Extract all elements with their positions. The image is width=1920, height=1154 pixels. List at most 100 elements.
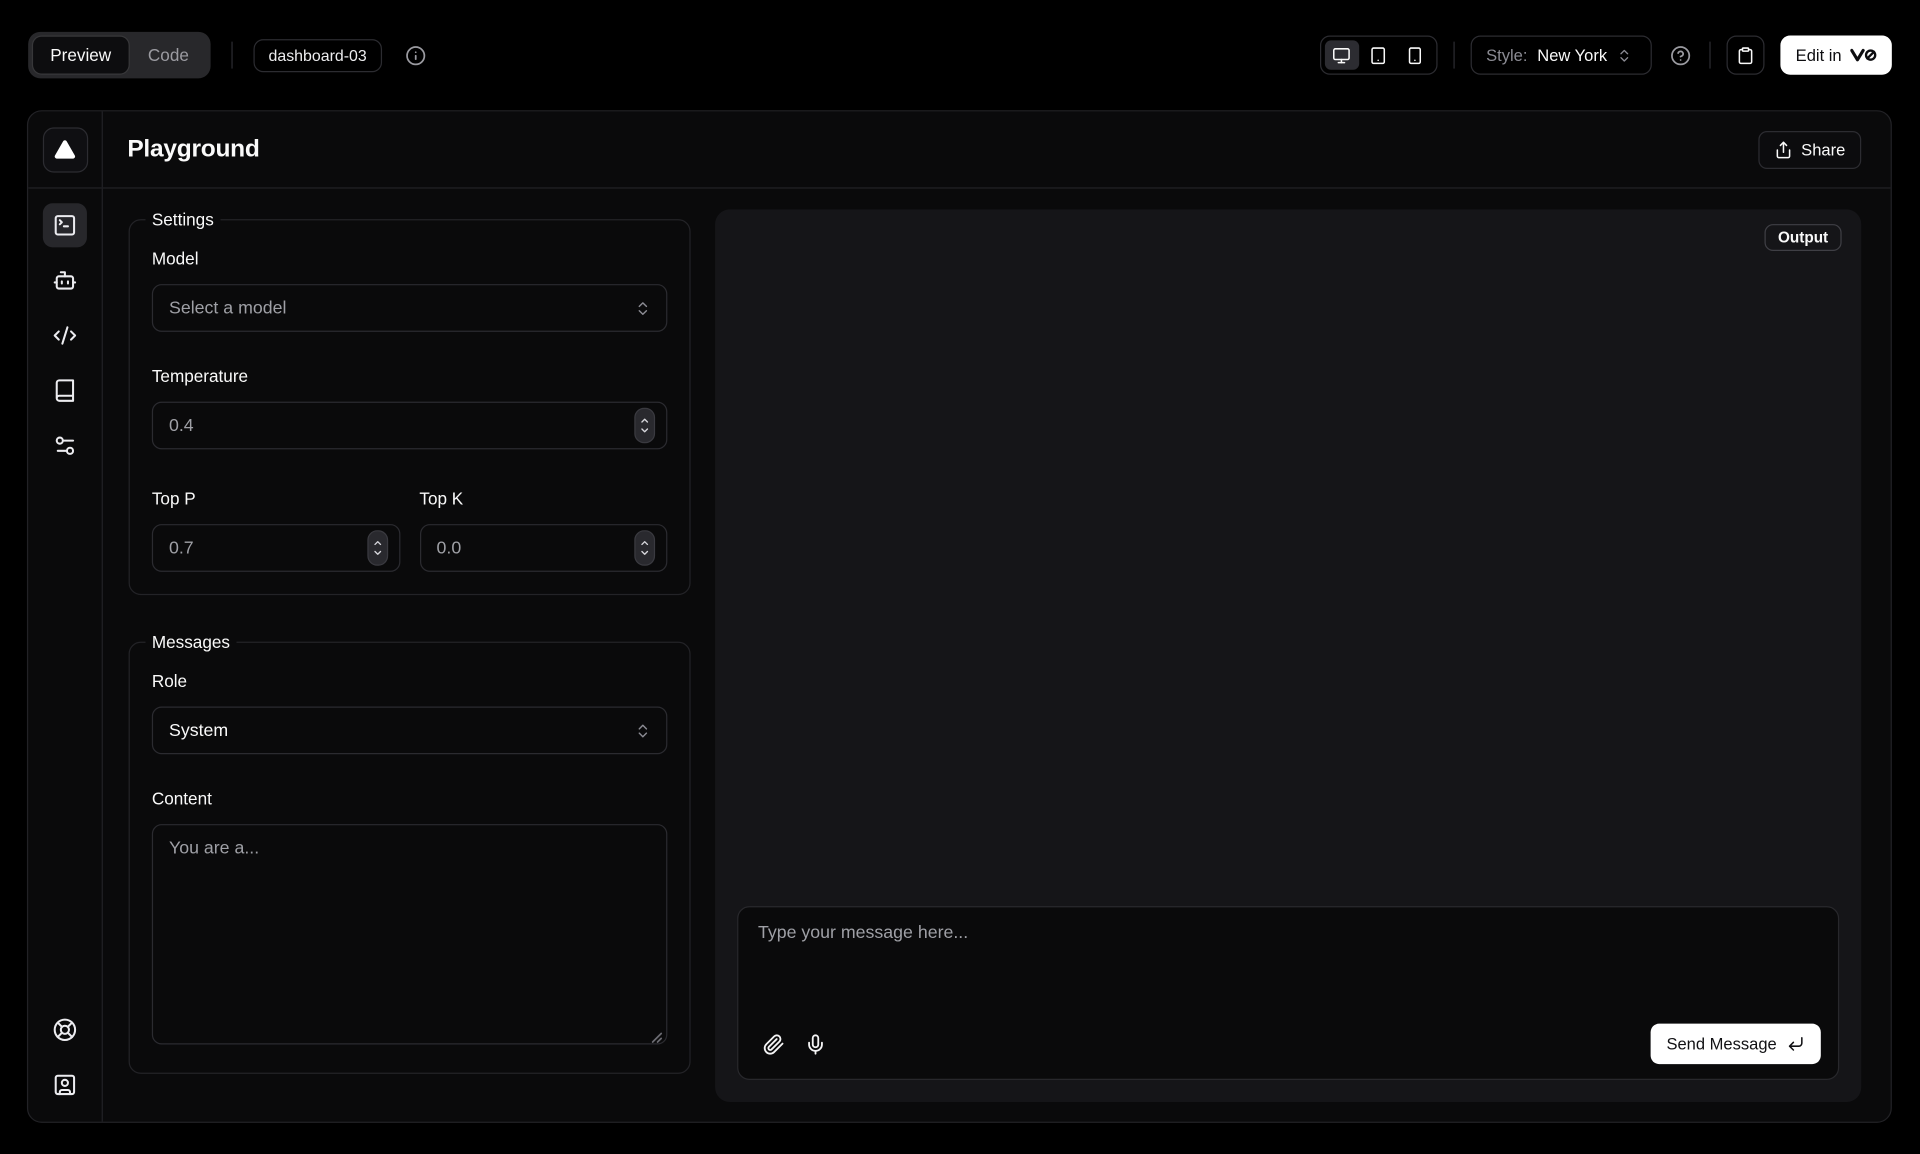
- temperature-value: 0.4: [169, 416, 194, 436]
- top-p-input[interactable]: 0.7: [152, 524, 400, 572]
- app-header: Playground Share: [103, 111, 1891, 188]
- app-content: Playground Share Settings Model: [103, 111, 1891, 1121]
- send-message-label: Send Message: [1666, 1035, 1776, 1053]
- clipboard-icon: [1737, 46, 1755, 64]
- sidebar-footer-nav: [28, 993, 101, 1122]
- top-k-input[interactable]: 0.0: [419, 524, 667, 572]
- attach-file-button[interactable]: [756, 1026, 793, 1063]
- code-icon: [53, 323, 77, 347]
- message-input[interactable]: [738, 907, 1838, 1014]
- edit-in-v0-button[interactable]: Edit in: [1781, 36, 1892, 75]
- output-panel: Output: [715, 209, 1861, 1102]
- top-p-field: Top P 0.7: [152, 484, 400, 572]
- use-microphone-button[interactable]: [797, 1026, 834, 1063]
- style-select-value: New York: [1537, 46, 1607, 64]
- temperature-label: Temperature: [152, 366, 668, 386]
- messages-fieldset: Messages Role System Content: [129, 632, 691, 1074]
- role-select-value: System: [169, 721, 228, 741]
- top-p-label: Top P: [152, 489, 400, 509]
- home-logo-button[interactable]: [42, 127, 87, 172]
- chevron-down-icon: [639, 547, 650, 558]
- toolbar-left: Preview Code dashboard-03: [28, 32, 428, 79]
- monitor-icon: [1332, 46, 1350, 64]
- chevrons-up-down-icon: [634, 722, 651, 739]
- style-help-button[interactable]: [1668, 42, 1694, 68]
- top-p-value: 0.7: [169, 538, 194, 558]
- model-select-value: Select a model: [169, 298, 286, 318]
- chevrons-up-down-icon: [634, 299, 651, 316]
- main-area: Settings Model Select a model Temp: [103, 189, 1891, 1122]
- sidebar: [28, 111, 103, 1121]
- output-badge: Output: [1765, 224, 1842, 251]
- help-circle-icon: [1671, 45, 1692, 66]
- corner-down-left-icon: [1787, 1035, 1805, 1053]
- content-textarea[interactable]: [152, 824, 668, 1044]
- top-k-stepper[interactable]: [634, 530, 655, 566]
- square-user-icon: [53, 1073, 77, 1097]
- model-field: Model Select a model: [152, 249, 668, 332]
- page: Preview Code dashboard-03: [0, 0, 1920, 1153]
- app-window: Playground Share Settings Model: [27, 110, 1892, 1123]
- model-select[interactable]: Select a model: [152, 284, 668, 332]
- desktop-view-button[interactable]: [1324, 40, 1358, 69]
- life-buoy-icon: [53, 1018, 77, 1042]
- preview-tab[interactable]: Preview: [33, 37, 128, 74]
- page-title: Playground: [127, 135, 259, 163]
- role-label: Role: [152, 671, 668, 691]
- style-select[interactable]: Style: New York: [1470, 36, 1652, 75]
- role-select[interactable]: System: [152, 707, 668, 755]
- sidebar-item-playground[interactable]: [43, 203, 87, 247]
- share-button[interactable]: Share: [1758, 130, 1861, 168]
- bot-icon: [53, 268, 77, 292]
- smartphone-icon: [1406, 46, 1424, 64]
- sidebar-item-account[interactable]: [43, 1063, 87, 1107]
- square-terminal-icon: [53, 213, 77, 237]
- sidebar-item-api[interactable]: [43, 313, 87, 357]
- temperature-field: Temperature 0.4: [152, 366, 668, 449]
- info-icon: [405, 45, 426, 66]
- share-button-label: Share: [1801, 140, 1845, 158]
- top-p-top-k-row: Top P 0.7: [152, 484, 668, 572]
- tablet-icon: [1369, 46, 1387, 64]
- block-info-button[interactable]: [402, 42, 428, 68]
- top-p-stepper[interactable]: [367, 530, 388, 566]
- toolbar-right: Style: New York Edit in: [1320, 36, 1892, 75]
- chevrons-up-down-icon: [1617, 47, 1633, 63]
- mobile-view-button[interactable]: [1398, 40, 1432, 69]
- send-message-button[interactable]: Send Message: [1651, 1024, 1821, 1064]
- settings-fieldset: Settings Model Select a model Temp: [129, 209, 691, 595]
- temperature-input[interactable]: 0.4: [152, 402, 668, 450]
- composer-footer: Send Message: [738, 1014, 1838, 1079]
- sidebar-nav: [28, 189, 101, 483]
- message-composer: Send Message: [737, 906, 1839, 1080]
- messages-legend: Messages: [146, 632, 236, 652]
- top-k-field: Top K 0.0: [419, 484, 667, 572]
- sidebar-item-documentation[interactable]: [43, 369, 87, 413]
- block-name-badge[interactable]: dashboard-03: [254, 39, 382, 72]
- style-select-label: Style:: [1486, 46, 1527, 64]
- top-k-value: 0.0: [437, 538, 462, 558]
- content-field: Content: [152, 789, 668, 1051]
- sidebar-item-help[interactable]: [43, 1008, 87, 1052]
- content-label: Content: [152, 789, 668, 809]
- settings-column: Settings Model Select a model Temp: [129, 209, 691, 1102]
- chevron-down-icon: [372, 547, 383, 558]
- v0-logo-icon: [1850, 48, 1877, 63]
- paperclip-icon: [763, 1033, 785, 1055]
- toolbar-separator: [1453, 42, 1454, 69]
- share-icon: [1774, 140, 1792, 158]
- settings-legend: Settings: [146, 209, 220, 229]
- copy-code-button[interactable]: [1727, 36, 1765, 75]
- toolbar-separator: [232, 42, 233, 69]
- code-tab[interactable]: Code: [131, 37, 206, 74]
- triangle-logo-icon: [53, 137, 77, 161]
- sidebar-item-settings[interactable]: [43, 424, 87, 468]
- sidebar-item-models[interactable]: [43, 258, 87, 302]
- toolbar-separator: [1710, 42, 1711, 69]
- top-k-label: Top K: [419, 489, 667, 509]
- role-field: Role System: [152, 671, 668, 754]
- temperature-stepper[interactable]: [634, 408, 655, 444]
- tablet-view-button[interactable]: [1361, 40, 1395, 69]
- top-toolbar: Preview Code dashboard-03: [0, 0, 1920, 110]
- sliders-icon: [53, 433, 77, 457]
